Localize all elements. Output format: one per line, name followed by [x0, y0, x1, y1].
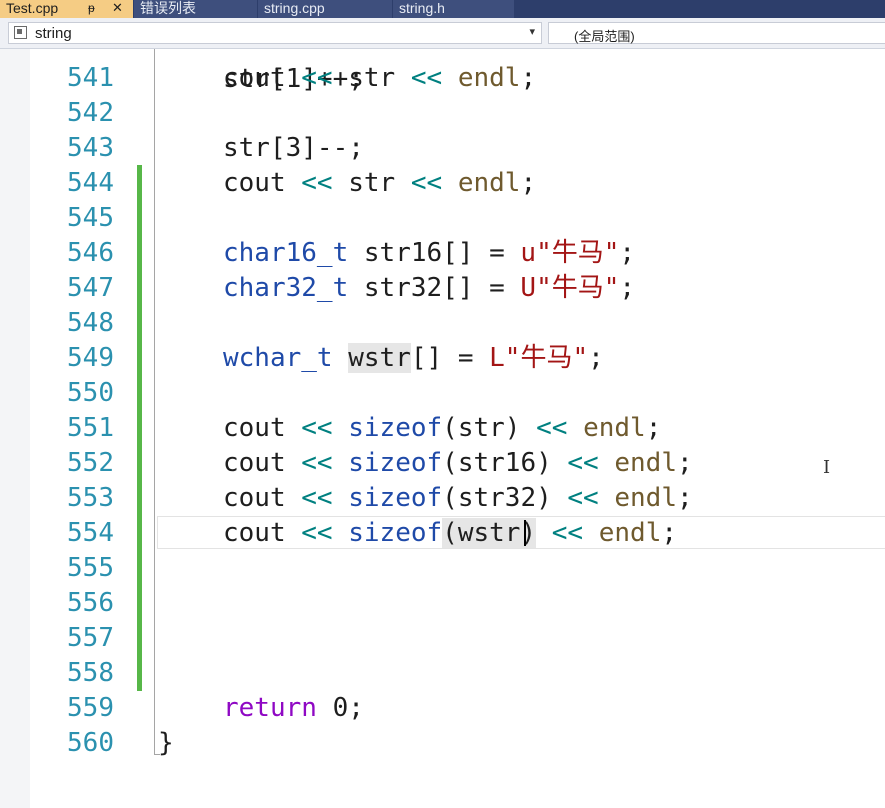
code-text: return 0; [223, 693, 364, 723]
scope-dropdown[interactable]: string ▾ [8, 22, 542, 44]
line-number: 557 [67, 623, 114, 653]
tab-label: Test.cpp [6, 0, 59, 16]
tab-string-h[interactable]: string.h [393, 0, 514, 18]
text-cursor-icon: I [823, 457, 831, 478]
code-line[interactable]: 553 cout << sizeof(str32) << endl; [0, 481, 885, 516]
code-line[interactable]: 541 cout << str << endl; [0, 61, 885, 96]
code-line[interactable]: 558 [0, 656, 885, 691]
close-icon[interactable]: ✕ [112, 0, 123, 16]
line-number: 546 [67, 238, 114, 268]
code-line[interactable]: 545 [0, 201, 885, 236]
line-number: 553 [67, 483, 114, 513]
line-number: 555 [67, 553, 114, 583]
document-tab-strip: Test.cpp ᵽ ✕ 错误列表 string.cpp string.h [0, 0, 885, 18]
line-number: 552 [67, 448, 114, 478]
line-number: 551 [67, 413, 114, 443]
tab-error-list[interactable]: 错误列表 [134, 0, 257, 18]
code-text: char32_t str32[] = U"牛马"; [223, 273, 636, 303]
code-line[interactable]: 556 [0, 586, 885, 621]
code-text: cout << str << endl; [223, 63, 537, 93]
line-number: 559 [67, 693, 114, 723]
code-text: cout << sizeof(str) << endl; [223, 413, 662, 443]
code-line[interactable]: 550 [0, 376, 885, 411]
tab-test-cpp[interactable]: Test.cpp ᵽ ✕ [0, 0, 133, 18]
line-number: 556 [67, 588, 114, 618]
code-text: cout << sizeof(str16) << endl; [223, 448, 693, 478]
code-line[interactable]: 552 cout << sizeof(str16) << endl; [0, 446, 885, 481]
code-line[interactable]: 555 [0, 551, 885, 586]
line-number: 543 [67, 133, 114, 163]
code-text: str[3]--; [223, 133, 364, 163]
code-text: } [158, 728, 174, 758]
code-line[interactable]: 548 [0, 306, 885, 341]
line-number: 544 [67, 168, 114, 198]
code-line[interactable]: 551 cout << sizeof(str) << endl; [0, 411, 885, 446]
line-number: 550 [67, 378, 114, 408]
tab-label: string.h [399, 0, 445, 16]
code-line[interactable]: 560} [0, 726, 885, 761]
line-number: 541 [67, 63, 114, 93]
line-number: 554 [67, 518, 114, 548]
chevron-down-icon: ▾ [529, 26, 535, 38]
code-line[interactable]: 547 char32_t str32[] = U"牛马"; [0, 271, 885, 306]
code-text: cout << sizeof(wstr) << endl; [223, 518, 678, 548]
member-dropdown-value: (全局范围) [574, 29, 635, 44]
code-line[interactable]: 544 cout << str << endl; [0, 166, 885, 201]
code-text: wchar_t wstr[] = L"牛马"; [223, 343, 604, 373]
navigation-bar: string ▾ (全局范围) [0, 18, 885, 49]
scope-dropdown-value: string [35, 25, 72, 42]
line-number: 549 [67, 343, 114, 373]
code-text: cout << sizeof(str32) << endl; [223, 483, 693, 513]
code-line[interactable]: 554 cout << sizeof(wstr) << endl; [0, 516, 885, 551]
line-number: 548 [67, 308, 114, 338]
tab-string-cpp[interactable]: string.cpp [258, 0, 392, 18]
code-line[interactable]: 542 [0, 96, 885, 131]
pin-icon[interactable]: ᵽ [88, 0, 95, 16]
code-line[interactable]: 549 wchar_t wstr[] = L"牛马"; [0, 341, 885, 376]
code-editor[interactable]: str[1]++; 541 cout << str << endl; 542 543 s… [0, 49, 885, 808]
line-number: 545 [67, 203, 114, 233]
code-line[interactable]: 557 [0, 621, 885, 656]
line-number: 558 [67, 658, 114, 688]
code-line[interactable]: 559 return 0; [0, 691, 885, 726]
class-scope-icon [14, 26, 27, 39]
line-number: 542 [67, 98, 114, 128]
member-dropdown[interactable]: (全局范围) [548, 22, 885, 44]
code-line[interactable]: 543 str[3]--; [0, 131, 885, 166]
tab-label: 错误列表 [140, 0, 196, 16]
line-number: 547 [67, 273, 114, 303]
tab-label: string.cpp [264, 0, 325, 16]
text-caret [524, 520, 526, 546]
code-text: cout << str << endl; [223, 168, 537, 198]
code-line[interactable]: 546 char16_t str16[] = u"牛马"; [0, 236, 885, 271]
code-text: char16_t str16[] = u"牛马"; [223, 238, 636, 268]
line-number: 560 [67, 728, 114, 758]
